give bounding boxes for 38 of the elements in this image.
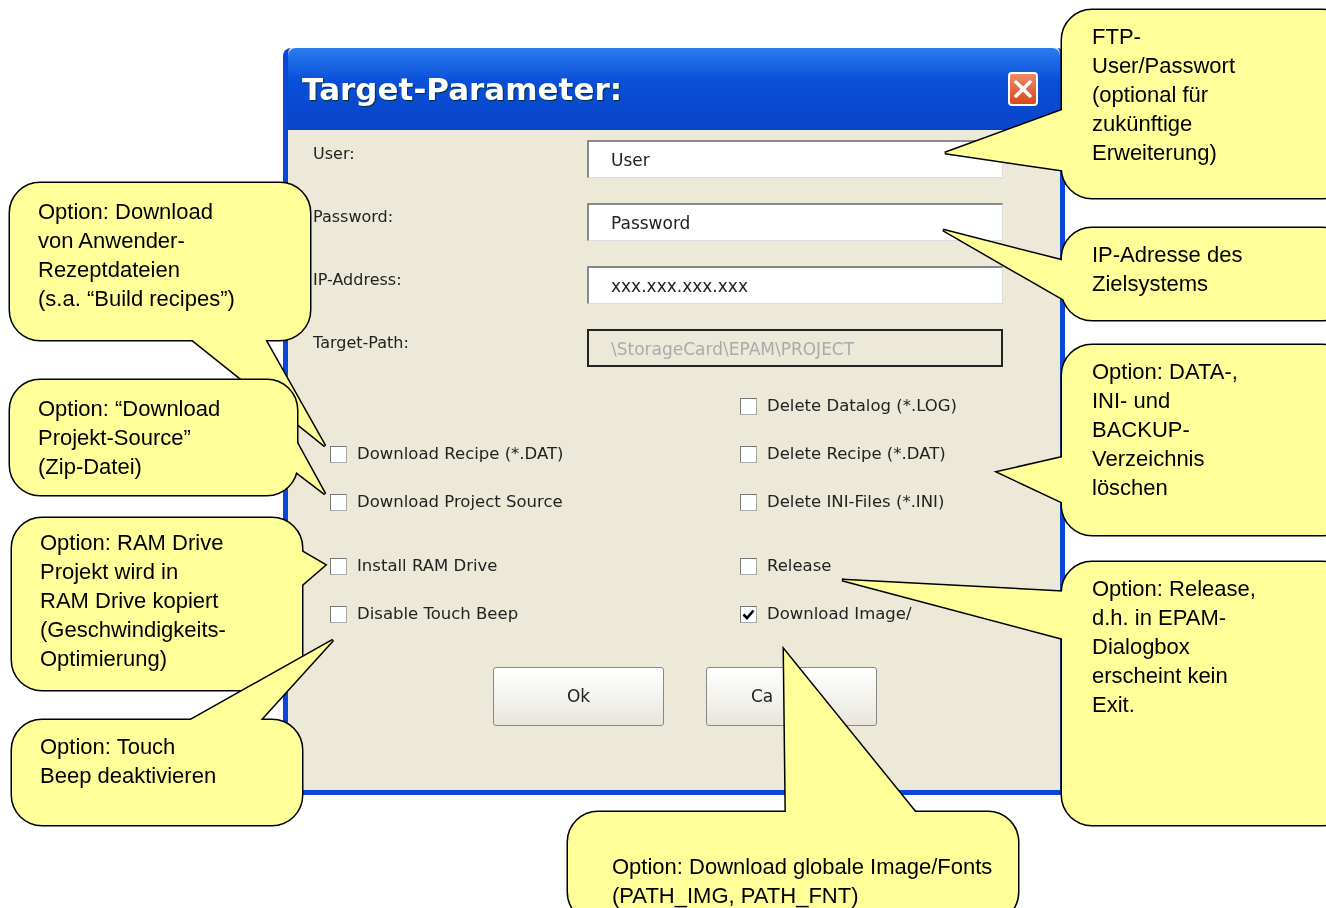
- input-field[interactable]: xxx.xxx.xxx.xxx: [587, 266, 1003, 304]
- callout-text: Option: RAM Drive Projekt wird in RAM Drive kopiert (Geschwindigkeits- Optimierung): [40, 529, 226, 673]
- checkbox[interactable]: [740, 605, 757, 623]
- checkbox[interactable]: [330, 493, 347, 511]
- checkbox-label: Download Project Source: [357, 490, 563, 513]
- close-button[interactable]: [1008, 72, 1038, 106]
- callout-text: Option: Download globale Image/Fonts (PATH_IMG, PATH_FNT): [612, 853, 993, 908]
- checkbox-label: Download Recipe (*.DAT): [357, 442, 564, 465]
- close-icon: [1013, 79, 1033, 99]
- checkbox-label: Delete Recipe (*.DAT): [767, 442, 946, 465]
- callout-text: Option: Touch Beep deaktivieren: [40, 733, 217, 790]
- field-label: IP-Address:: [313, 269, 403, 291]
- callout-text: Option: “Download Projekt-Source” (Zip-Datei): [38, 395, 221, 481]
- checkbox-label: Download Image/: [767, 602, 912, 625]
- checkbox-label: Install RAM Drive: [357, 554, 498, 577]
- checkbox-label: Release: [767, 554, 832, 577]
- callout-text: IP-Adresse des Zielsystems: [1092, 241, 1243, 298]
- field-label: User:: [313, 143, 356, 165]
- checkbox-label: Delete INI-Files (*.INI): [767, 490, 945, 513]
- callout-text: FTP- User/Passwort (optional für zukünftige Erweiterung): [1092, 23, 1236, 167]
- checkbox[interactable]: [740, 557, 757, 575]
- checkbox-label: Disable Touch Beep: [357, 602, 519, 625]
- ok-button[interactable]: Ok: [493, 667, 664, 726]
- checkbox[interactable]: [330, 605, 347, 623]
- checkbox[interactable]: [740, 493, 757, 511]
- checkbox[interactable]: [740, 445, 757, 463]
- field-label: Password:: [313, 206, 395, 228]
- checkbox[interactable]: [740, 397, 757, 415]
- callout-text: Option: Release, d.h. in EPAM- Dialogbox erscheint kein Exit.: [1092, 575, 1256, 719]
- checkbox[interactable]: [330, 557, 347, 575]
- callout-text: Option: Download von Anwender- Rezeptdateien (s.a. “Build recipes”): [38, 198, 235, 313]
- input-field[interactable]: Password: [587, 203, 1003, 241]
- callout-text: Option: DATA-, INI- und BACKUP- Verzeichnis löschen: [1092, 358, 1238, 502]
- checkbox[interactable]: [330, 445, 347, 463]
- checkbox-label: Delete Datalog (*.LOG): [767, 394, 957, 417]
- window-title: Target-Parameter:: [302, 71, 623, 107]
- field-label: Target-Path:: [313, 332, 410, 354]
- input-field[interactable]: User: [587, 140, 1003, 178]
